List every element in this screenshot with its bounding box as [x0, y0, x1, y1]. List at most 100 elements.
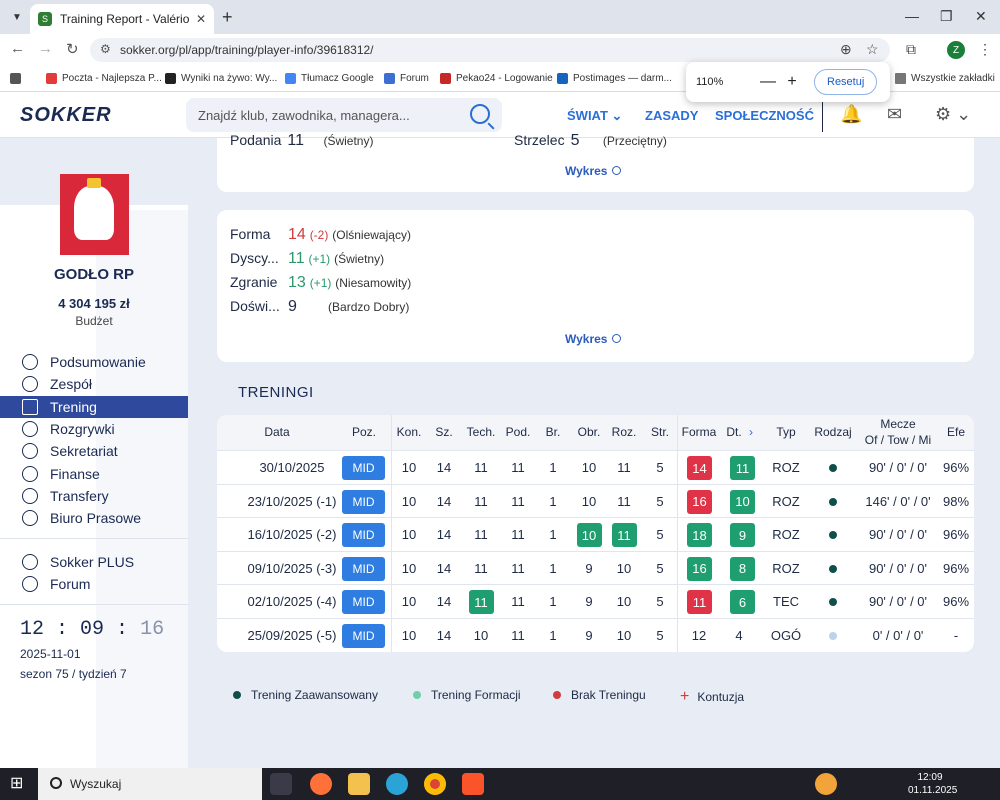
more-menu-icon[interactable]: ⋮ — [978, 41, 992, 58]
explorer-icon[interactable] — [348, 773, 370, 795]
cell-forma-badge: 11 — [687, 590, 712, 615]
th-str[interactable]: Str. — [645, 425, 675, 439]
profile-avatar[interactable]: Z — [947, 41, 965, 59]
th-br[interactable]: Br. — [539, 425, 567, 439]
forward-icon[interactable]: → — [38, 40, 53, 57]
th-forma[interactable]: Forma — [680, 425, 718, 439]
th-data[interactable]: Data — [247, 425, 307, 439]
site-search-input[interactable]: Znajdź klub, zawodnika, managera... — [186, 98, 502, 132]
star-icon[interactable]: ☆ — [866, 41, 879, 58]
th-typ[interactable]: Typ — [772, 425, 800, 439]
menu-spolecznosc[interactable]: SPOŁECZNOŚĆ — [715, 108, 814, 123]
sidebar-item-finanse[interactable]: Finanse — [0, 463, 188, 485]
sidebar-item-podsumowanie[interactable]: Podsumowanie — [0, 351, 188, 373]
sokker-logo[interactable]: SOKKER — [20, 104, 112, 127]
th-sz[interactable]: Sz. — [429, 425, 459, 439]
sidebar-item-transfery[interactable]: Transfery — [0, 485, 188, 507]
reload-icon[interactable]: ↻ — [66, 40, 79, 58]
cell-mecze: 90' / 0' / 0' — [868, 560, 928, 576]
close-window-icon[interactable]: ✕ — [975, 8, 987, 25]
cell-dt-badge: 11 — [730, 456, 755, 480]
bookmark-forum[interactable]: Forum — [384, 73, 429, 84]
th-mecze[interactable]: Mecze — [867, 417, 929, 431]
th-tech[interactable]: Tech. — [463, 425, 499, 439]
zoom-in-button[interactable]: + — [780, 73, 804, 91]
new-tab-icon[interactable]: + — [222, 7, 233, 28]
bookmark-pekao[interactable]: Pekao24 - Logowanie — [440, 73, 553, 84]
sidebar-item-biuro-prasowe[interactable]: Biuro Prasowe — [0, 507, 188, 529]
sidebar-item-zespol[interactable]: Zespół — [0, 373, 188, 395]
position-badge[interactable]: MID — [342, 624, 385, 648]
zoom-out-button[interactable]: — — [756, 73, 780, 91]
cell-pod: 11 — [511, 594, 525, 610]
attributes-card: Forma 14 (-2) (Olśniewający) Dyscy... 11 (… — [217, 210, 974, 362]
site-info-icon[interactable]: ⚙ — [100, 42, 111, 56]
taskbar-search[interactable]: Wyszukaj — [38, 768, 262, 800]
th-roz[interactable]: Roz. — [609, 425, 639, 439]
zoom-reset-button[interactable]: Resetuj — [814, 69, 878, 95]
skills-chart-link[interactable]: Wykres — [565, 164, 622, 178]
browser-tabbar: ▼ S Training Report - Valério Oliveir ✕ … — [0, 0, 1000, 34]
sidebar-item-trening[interactable]: Trening — [0, 396, 188, 418]
cell-pod: 11 — [511, 527, 525, 543]
mail-icon[interactable]: ✉ — [887, 104, 902, 125]
windows-start-icon[interactable]: ⊞ — [10, 773, 32, 795]
cell-roz: 11 — [617, 493, 631, 509]
sidebar-item-sekretariat[interactable]: Sekretariat — [0, 440, 188, 462]
table-row: 09/10/2025 (-3) MID 10 14 11 11 1 9 10 5 16 8 ROZ 90'… — [217, 552, 974, 586]
bookmark-wyniki[interactable]: Wyniki na żywo: Wy... — [165, 73, 277, 84]
attr-forma: Forma 14 (-2) (Olśniewający) — [230, 226, 411, 243]
th-rodzaj[interactable]: Rodzaj — [811, 425, 855, 439]
position-badge[interactable]: MID — [342, 489, 385, 514]
position-badge[interactable]: MID — [342, 590, 385, 615]
tab-search-icon[interactable]: ▼ — [8, 8, 26, 26]
th-kon[interactable]: Kon. — [393, 425, 425, 439]
sidebar-item-forum[interactable]: Forum — [0, 573, 188, 595]
weather-icon[interactable] — [815, 773, 837, 795]
brave-icon[interactable] — [462, 773, 484, 795]
bookmark-postimages[interactable]: Postimages — darm... — [557, 73, 672, 84]
apps-icon[interactable] — [10, 73, 26, 84]
th-pod[interactable]: Pod. — [501, 425, 535, 439]
cell-str: 5 — [656, 628, 664, 643]
restore-icon[interactable]: ❐ — [940, 8, 953, 25]
cell-mecze: 90' / 0' / 0' — [868, 460, 928, 475]
chevron-down-icon: ⌄ — [611, 108, 623, 123]
cell-roz: 10 — [616, 560, 632, 576]
settings-gear-icon[interactable]: ⚙ ⌄ — [935, 104, 971, 125]
bookmark-poczta[interactable]: Poczta - Najlepsza P... — [46, 73, 162, 84]
sidebar-item-sokker-plus[interactable]: Sokker PLUS — [0, 551, 188, 573]
th-dt[interactable]: Dt. — [725, 425, 743, 439]
position-badge[interactable]: MID — [342, 456, 385, 480]
extensions-icon[interactable]: ⧉ — [906, 41, 916, 58]
th-efe[interactable]: Efe — [943, 425, 969, 439]
bookmark-all[interactable]: Wszystkie zakładki — [895, 73, 995, 84]
search-icon — [50, 777, 62, 789]
chevron-right-icon[interactable]: › — [745, 425, 757, 439]
edge-icon[interactable] — [386, 773, 408, 795]
sidebar-item-rozgrywki[interactable]: Rozgrywki — [0, 418, 188, 440]
task-view-icon[interactable] — [270, 773, 292, 795]
bookmark-tlumacz[interactable]: Tłumacz Google — [285, 73, 374, 84]
minimize-icon[interactable]: — — [905, 8, 919, 24]
th-obr[interactable]: Obr. — [573, 425, 605, 439]
th-poz[interactable]: Poz. — [347, 425, 381, 439]
firefox-icon[interactable] — [310, 773, 332, 795]
url-field[interactable]: ⚙ sokker.org/pl/app/training/player-info… — [90, 38, 890, 62]
club-name[interactable]: GODŁO RP — [0, 266, 188, 283]
chrome-icon[interactable] — [424, 773, 446, 795]
position-badge[interactable]: MID — [342, 523, 385, 548]
menu-zasady[interactable]: ZASADY — [645, 108, 698, 123]
bell-icon[interactable]: 🔔 — [840, 104, 862, 125]
ball-icon — [22, 376, 38, 392]
menu-swiat[interactable]: ŚWIAT ⌄ — [567, 108, 622, 124]
search-icon[interactable] — [470, 104, 490, 124]
browser-tab[interactable]: S Training Report - Valério Oliveir ✕ — [30, 4, 214, 34]
close-tab-icon[interactable]: ✕ — [196, 12, 206, 26]
position-badge[interactable]: MID — [342, 556, 385, 581]
cell-tech-highlight: 11 — [468, 590, 494, 615]
taskbar-clock[interactable]: 12:09 01.11.2025 — [908, 771, 957, 797]
attributes-chart-link[interactable]: Wykres — [565, 332, 622, 346]
zoom-icon[interactable]: ⊕ — [840, 41, 852, 58]
back-icon[interactable]: ← — [10, 40, 25, 57]
